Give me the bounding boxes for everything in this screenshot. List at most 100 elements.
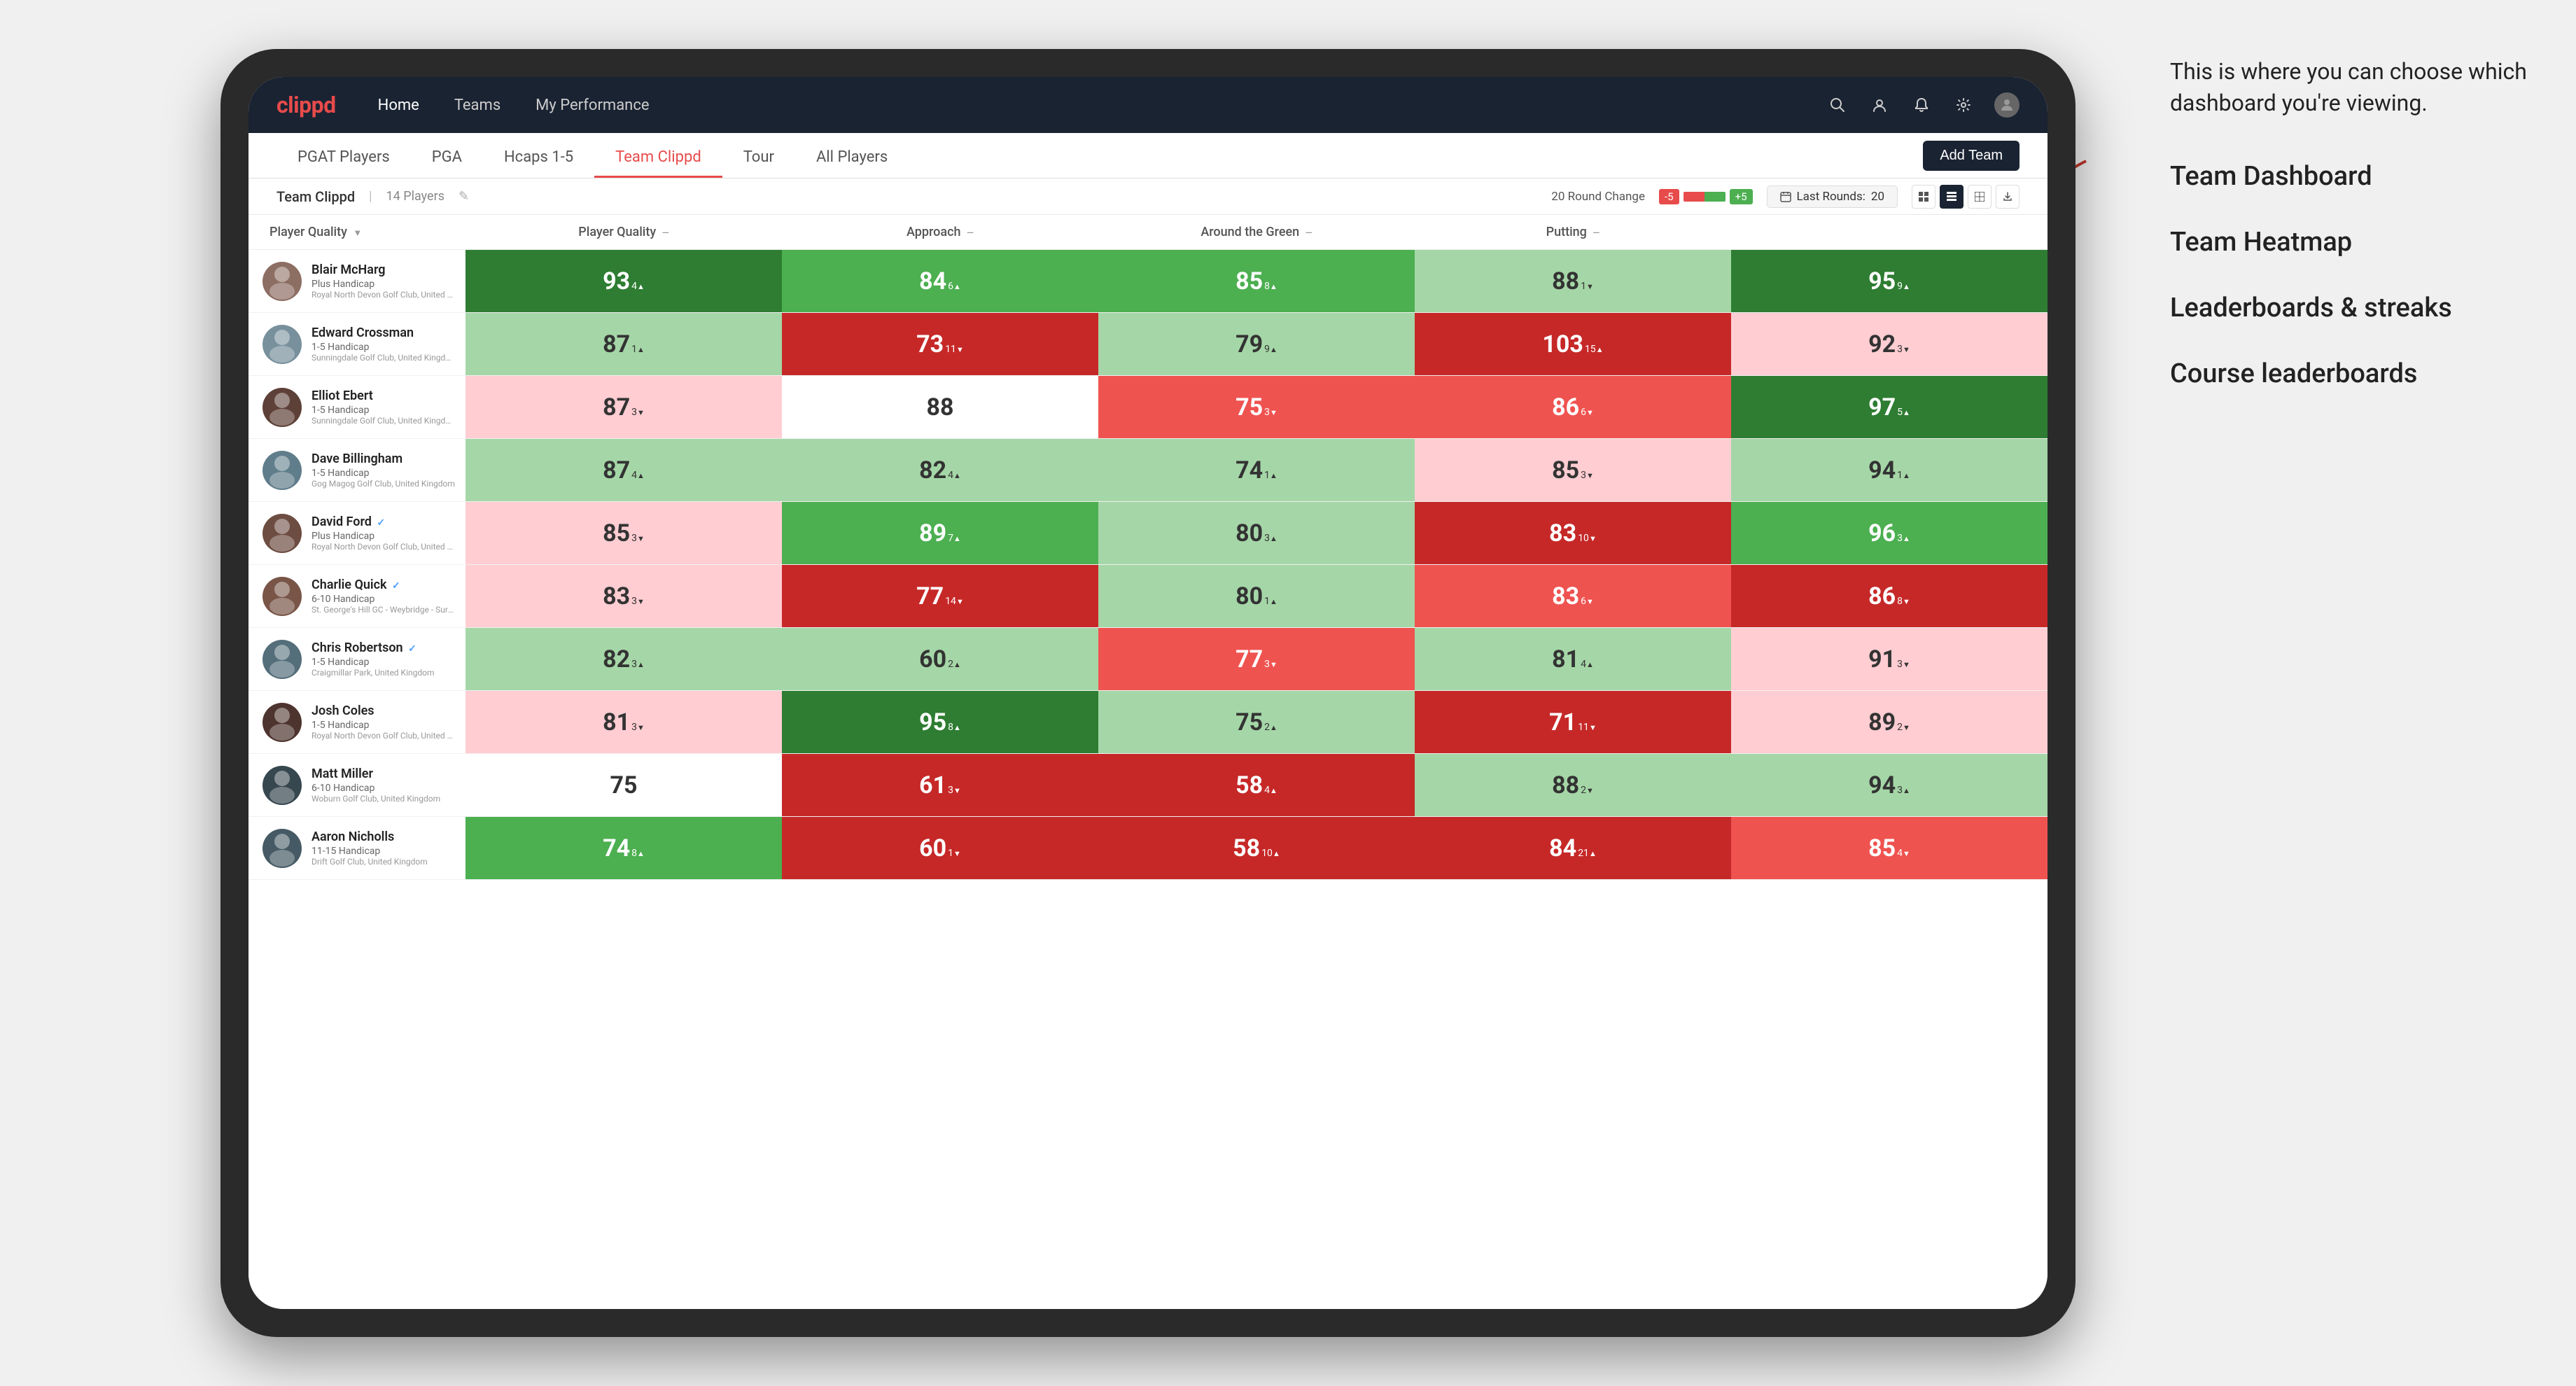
score-cell[interactable]: 741 xyxy=(1098,439,1415,501)
score-cell[interactable]: 824 xyxy=(782,439,1098,501)
score-cell[interactable]: 858 xyxy=(1098,250,1415,312)
player-handicap: 1-5 Handicap xyxy=(312,657,456,668)
sort-arrow-quality[interactable]: ▼ xyxy=(353,228,362,239)
score-cell[interactable]: 7311 xyxy=(782,313,1098,375)
score-cell[interactable]: 753 xyxy=(1098,376,1415,438)
score-value: 87 xyxy=(603,393,630,421)
score-cell[interactable]: 892 xyxy=(1731,691,2047,753)
nav-link-home[interactable]: Home xyxy=(378,97,419,114)
user-avatar[interactable] xyxy=(1994,92,2019,118)
score-cell[interactable]: 813 xyxy=(465,691,782,753)
sort-arrow-tee[interactable]: — xyxy=(662,228,669,239)
score-cell[interactable]: 773 xyxy=(1098,628,1415,690)
score-delta: 15 xyxy=(1585,344,1604,355)
bell-icon[interactable] xyxy=(1910,94,1933,116)
score-cell[interactable]: 871 xyxy=(465,313,782,375)
score-cell[interactable]: 923 xyxy=(1731,313,2047,375)
score-cell[interactable]: 913 xyxy=(1731,628,2047,690)
grid-view-button[interactable] xyxy=(1912,185,1935,209)
score-cell[interactable]: 958 xyxy=(782,691,1098,753)
score-cell[interactable]: 8421 xyxy=(1415,817,1731,879)
nav-link-performance[interactable]: My Performance xyxy=(536,97,649,114)
score-cell[interactable]: 601 xyxy=(782,817,1098,879)
score-cell[interactable]: 10315 xyxy=(1415,313,1731,375)
score-cell[interactable]: 853 xyxy=(1415,439,1731,501)
last-rounds-button[interactable]: Last Rounds: 20 xyxy=(1767,186,1898,208)
score-cell[interactable]: 88 xyxy=(782,376,1098,438)
sort-arrow-putting[interactable]: — xyxy=(1592,228,1600,239)
score-cell[interactable]: 853 xyxy=(465,502,782,564)
score-cell[interactable]: 882 xyxy=(1415,754,1731,816)
player-handicap: 11-15 Handicap xyxy=(312,846,456,857)
tab-team-clippd[interactable]: Team Clippd xyxy=(594,148,722,178)
score-cell[interactable]: 874 xyxy=(465,439,782,501)
tab-tour[interactable]: Tour xyxy=(722,148,795,178)
score-cell[interactable]: 975 xyxy=(1731,376,2047,438)
sort-arrow-approach[interactable]: — xyxy=(967,228,974,239)
score-cell[interactable]: 873 xyxy=(465,376,782,438)
player-info[interactable]: David Ford ✓Plus HandicapRoyal North Dev… xyxy=(248,502,465,564)
player-info[interactable]: Dave Billingham1-5 HandicapGog Magog Gol… xyxy=(248,439,465,501)
player-info[interactable]: Chris Robertson ✓1-5 HandicapCraigmillar… xyxy=(248,628,465,690)
score-cell[interactable]: 5810 xyxy=(1098,817,1415,879)
score-cell[interactable]: 801 xyxy=(1098,565,1415,627)
tab-hcaps[interactable]: Hcaps 1-5 xyxy=(483,148,594,178)
score-cell[interactable]: 803 xyxy=(1098,502,1415,564)
player-club: Royal North Devon Golf Club, United King… xyxy=(312,731,456,741)
score-cell[interactable]: 943 xyxy=(1731,754,2047,816)
score-cell[interactable]: 868 xyxy=(1731,565,2047,627)
settings-icon[interactable] xyxy=(1952,94,1975,116)
score-cell[interactable]: 836 xyxy=(1415,565,1731,627)
score-cell[interactable]: 748 xyxy=(465,817,782,879)
column-headers: Player Quality ▼ Player Quality — Approa… xyxy=(248,215,2047,250)
score-cell[interactable]: 613 xyxy=(782,754,1098,816)
player-info[interactable]: Blair McHargPlus HandicapRoyal North Dev… xyxy=(248,250,465,312)
score-cell[interactable]: 823 xyxy=(465,628,782,690)
person-icon[interactable] xyxy=(1868,94,1891,116)
player-info[interactable]: Charlie Quick ✓6-10 HandicapSt. George's… xyxy=(248,565,465,627)
sort-arrow-green[interactable]: — xyxy=(1306,228,1312,239)
score-cell[interactable]: 7111 xyxy=(1415,691,1731,753)
player-info[interactable]: Matt Miller6-10 HandicapWoburn Golf Club… xyxy=(248,754,465,816)
score-cell[interactable]: 934 xyxy=(465,250,782,312)
player-club: Sunningdale Golf Club, United Kingdom xyxy=(312,416,456,426)
score-cell[interactable]: 959 xyxy=(1731,250,2047,312)
tab-all-players[interactable]: All Players xyxy=(795,148,909,178)
score-cell[interactable]: 881 xyxy=(1415,250,1731,312)
score-cell[interactable]: 752 xyxy=(1098,691,1415,753)
player-club: St. George's Hill GC - Weybridge - Surre… xyxy=(312,605,456,615)
score-cell[interactable]: 941 xyxy=(1731,439,2047,501)
heatmap-view-button[interactable] xyxy=(1968,185,1991,209)
add-team-button[interactable]: Add Team xyxy=(1923,141,2019,171)
score-cell[interactable]: 846 xyxy=(782,250,1098,312)
score-cell[interactable]: 799 xyxy=(1098,313,1415,375)
score-cell[interactable]: 866 xyxy=(1415,376,1731,438)
score-cell[interactable]: 75 xyxy=(465,754,782,816)
search-icon[interactable] xyxy=(1826,94,1849,116)
score-cell[interactable]: 602 xyxy=(782,628,1098,690)
score-cell[interactable]: 897 xyxy=(782,502,1098,564)
table-view-button[interactable] xyxy=(1940,185,1963,209)
score-inner: 874 xyxy=(603,456,645,484)
score-cell[interactable]: 584 xyxy=(1098,754,1415,816)
tab-pga[interactable]: PGA xyxy=(411,148,483,178)
player-handicap: 1-5 Handicap xyxy=(312,720,456,731)
player-info[interactable]: Josh Coles1-5 HandicapRoyal North Devon … xyxy=(248,691,465,753)
score-delta: 8 xyxy=(948,722,961,733)
score-cell[interactable]: 833 xyxy=(465,565,782,627)
score-cell[interactable]: 7714 xyxy=(782,565,1098,627)
export-button[interactable] xyxy=(1996,185,2019,209)
player-info[interactable]: Edward Crossman1-5 HandicapSunningdale G… xyxy=(248,313,465,375)
player-info[interactable]: Aaron Nicholls11-15 HandicapDrift Golf C… xyxy=(248,817,465,879)
nav-link-teams[interactable]: Teams xyxy=(454,97,500,114)
score-cell[interactable]: 854 xyxy=(1731,817,2047,879)
score-cell[interactable]: 814 xyxy=(1415,628,1731,690)
edit-icon[interactable]: ✎ xyxy=(458,189,469,204)
tablet-device: clippd Home Teams My Performance xyxy=(220,49,2076,1337)
score-delta: 11 xyxy=(945,344,964,355)
tab-pgat[interactable]: PGAT Players xyxy=(276,148,411,178)
score-cell[interactable]: 963 xyxy=(1731,502,2047,564)
score-cell[interactable]: 8310 xyxy=(1415,502,1731,564)
score-delta: 3 xyxy=(1897,533,1910,544)
player-info[interactable]: Elliot Ebert1-5 HandicapSunningdale Golf… xyxy=(248,376,465,438)
